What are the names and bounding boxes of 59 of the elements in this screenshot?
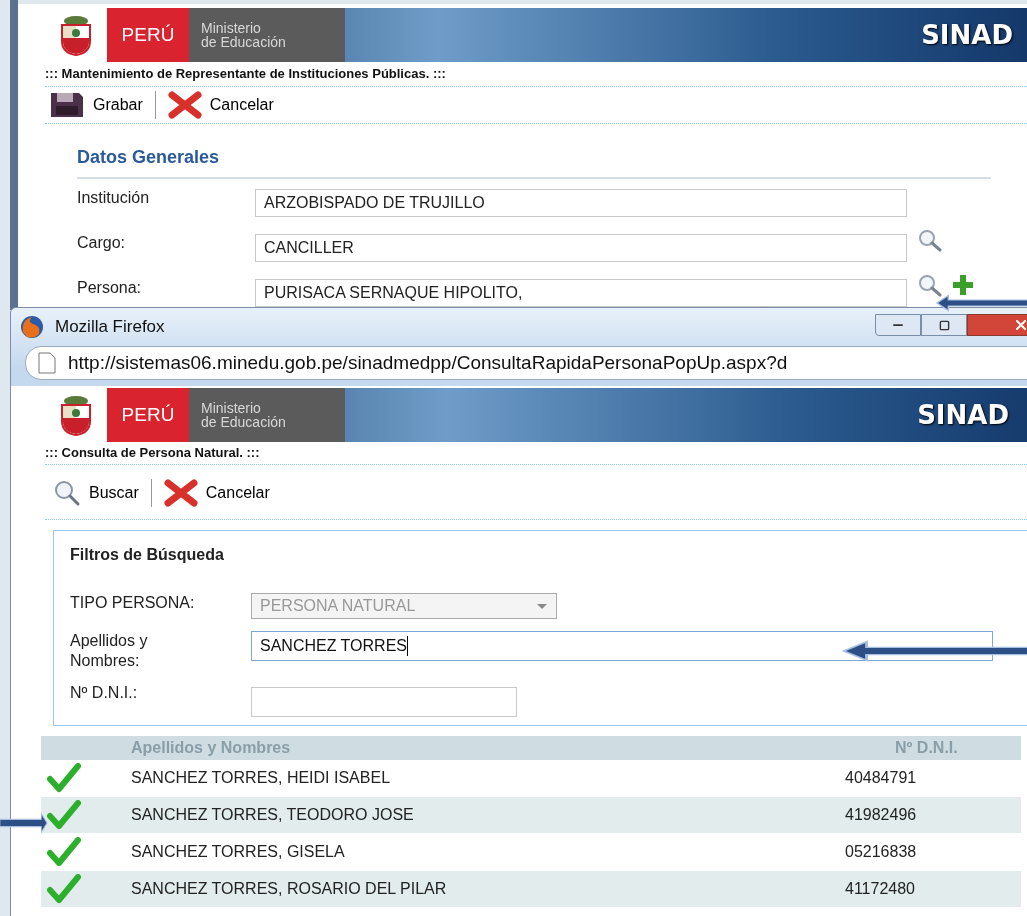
ministry-label: Ministerio de Educación xyxy=(189,388,345,442)
select-check-icon[interactable] xyxy=(47,836,81,867)
text-field[interactable]: ARZOBISPADO DE TRUJILLO xyxy=(255,188,907,217)
save-button[interactable]: Grabar xyxy=(45,90,147,119)
search-icon[interactable] xyxy=(917,227,943,252)
left-arrow-icon xyxy=(840,640,1027,662)
search-icon xyxy=(53,478,81,507)
search-button[interactable]: Buscar xyxy=(49,478,143,507)
cancel-button[interactable]: Cancelar xyxy=(163,90,278,119)
text-field[interactable]: PURISACA SERNAQUE HIPOLITO, xyxy=(255,278,907,307)
system-name: SINAD xyxy=(917,398,1009,432)
left-arrow-icon xyxy=(935,294,1027,312)
page-title: ::: Consulta de Persona Natural. ::: xyxy=(45,442,1027,465)
result-row[interactable]: SANCHEZ TORRES, TEODORO JOSE 41982496 xyxy=(41,796,1021,834)
text-field[interactable]: CANCILLER xyxy=(255,233,907,262)
text-field[interactable] xyxy=(251,686,517,717)
country-label: PERÚ xyxy=(107,388,189,442)
dni-cell-text: 05216838 xyxy=(845,841,918,862)
cancel-button[interactable]: Cancelar xyxy=(159,478,274,507)
panel-title: Filtros de Búsqueda xyxy=(70,544,225,565)
page-icon xyxy=(38,352,56,374)
field-label: Apellidos y Nombres: xyxy=(70,630,149,671)
search-icon[interactable] xyxy=(917,272,943,297)
right-arrow-icon xyxy=(0,812,48,834)
column-header: Apellidos y Nombres xyxy=(131,737,292,758)
maximize-icon xyxy=(938,319,950,331)
cancel-icon xyxy=(167,90,202,119)
select-check-icon[interactable] xyxy=(47,799,81,830)
system-name: SINAD xyxy=(921,18,1013,52)
close-icon xyxy=(1013,317,1027,333)
name-cell-text: SANCHEZ TORRES, GISELA xyxy=(131,841,346,862)
dni-cell-text: 40484791 xyxy=(845,767,918,788)
name-cell-text: SANCHEZ TORRES, HEIDI ISABEL xyxy=(131,767,392,788)
select-check-icon[interactable] xyxy=(47,873,81,904)
page-title: ::: Mantenimiento de Representante de Instituciones Públicas. ::: xyxy=(45,62,1027,87)
field-label: Persona: xyxy=(77,278,143,297)
select-check-icon[interactable] xyxy=(47,762,81,793)
dni-cell-text: 41982496 xyxy=(845,804,918,825)
country-label: PERÚ xyxy=(107,8,189,62)
add-icon[interactable] xyxy=(951,272,975,297)
window-title: Mozilla Firefox xyxy=(55,316,165,339)
dropdown-caret-icon xyxy=(536,601,548,610)
close-button[interactable] xyxy=(967,314,1027,336)
field-label: Nº D.N.I.: xyxy=(70,682,139,703)
cancel-icon xyxy=(163,478,198,507)
dni-cell-text: 41172480 xyxy=(845,878,916,899)
field-label: Institución xyxy=(77,188,151,207)
column-header: Nº D.N.I. xyxy=(895,737,959,758)
name-cell-text: SANCHEZ TORRES, ROSARIO DEL PILAR xyxy=(131,878,448,899)
maximize-button[interactable] xyxy=(921,314,967,336)
text-field[interactable]: SANCHEZ TORRES xyxy=(251,630,993,661)
name-cell-text: SANCHEZ TORRES, TEODORO JOSE xyxy=(131,804,415,825)
ministry-label: Ministerio de Educación xyxy=(189,8,345,62)
address-field[interactable]: http://sistemas06.minedu.gob.pe/sinadmedpp/ConsultaRapidaPersonaPopUp.aspx?d xyxy=(25,346,1027,380)
browser-logo-icon xyxy=(19,314,45,340)
field-label: TIPO PERSONA: xyxy=(70,592,196,613)
section-title: Datos Generales xyxy=(77,143,991,179)
result-row[interactable]: SANCHEZ TORRES, ROSARIO DEL PILAR 41172480 xyxy=(41,870,1021,908)
field-label: Cargo: xyxy=(77,233,127,252)
